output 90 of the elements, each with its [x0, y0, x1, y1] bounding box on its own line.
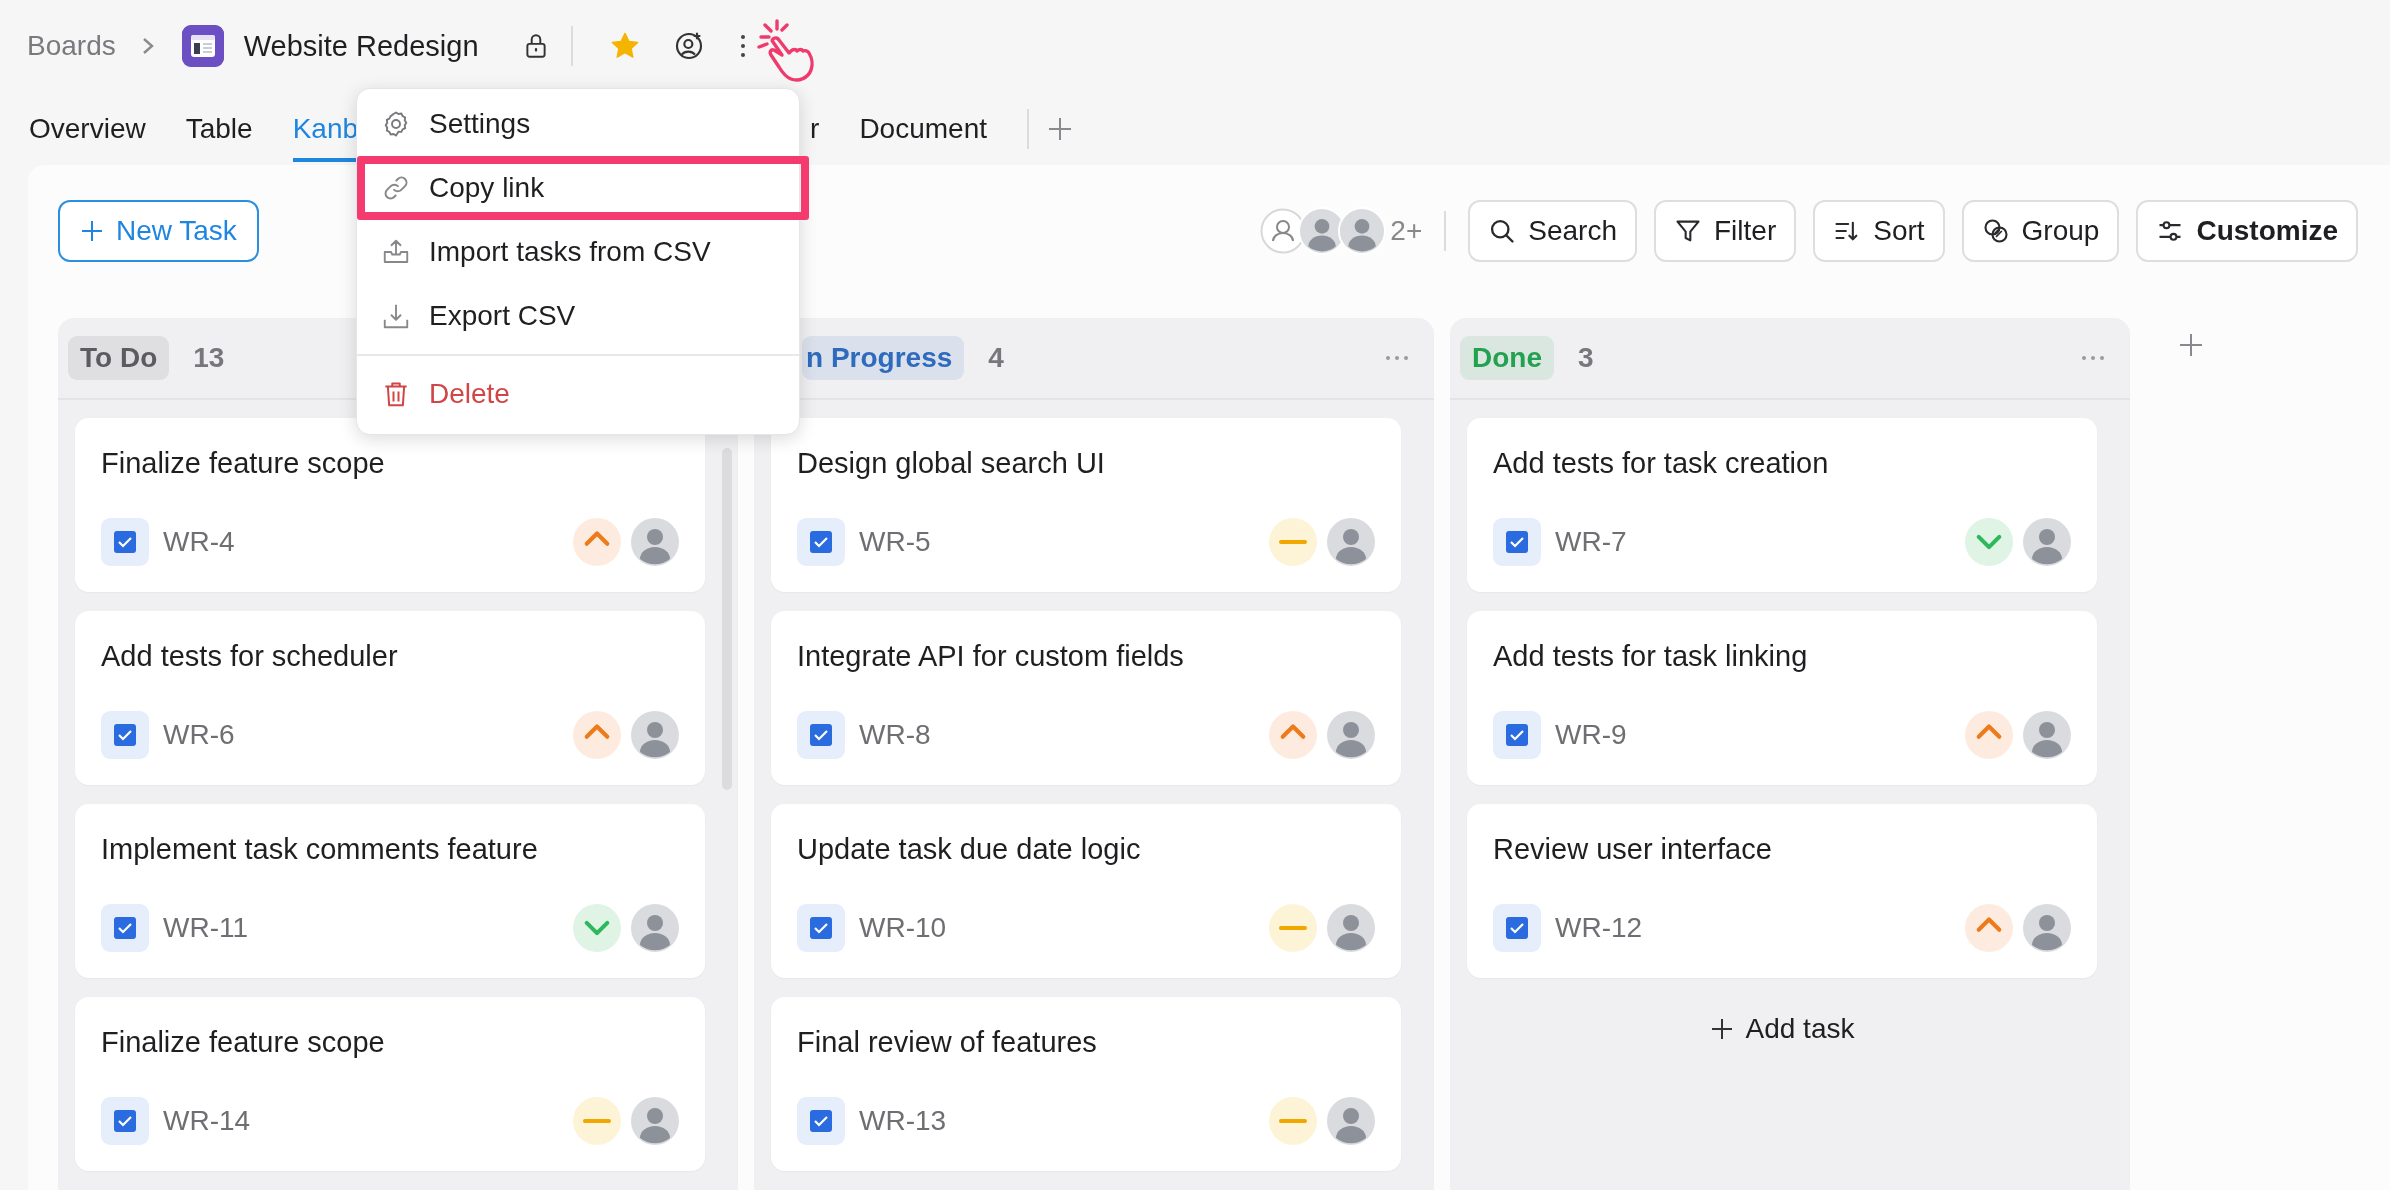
view-tab[interactable]: Overview: [29, 92, 146, 162]
task-card[interactable]: Add tests for task linking WR-9: [1467, 611, 2097, 785]
task-card[interactable]: Integrate API for custom fields WR-8: [771, 611, 1401, 785]
column-task-count: 13: [193, 342, 226, 374]
column-task-count: 4: [988, 342, 1005, 374]
avatar-icon: [1340, 209, 1385, 253]
sort-button[interactable]: Sort: [1813, 200, 1945, 262]
search-button[interactable]: Search: [1468, 200, 1637, 262]
new-task-button[interactable]: New Task: [58, 200, 259, 262]
avatar-icon: [631, 518, 679, 566]
scrollbar-thumb[interactable]: [722, 448, 732, 790]
plus-icon: [80, 219, 104, 243]
board-title: Website Redesign: [243, 29, 479, 63]
avatar-icon: [2023, 904, 2071, 952]
task-checkbox-icon: [101, 904, 149, 952]
task-title: Add tests for scheduler: [101, 639, 399, 673]
task-card[interactable]: Design global search UI WR-5: [771, 418, 1401, 592]
plus-icon: [1709, 1017, 1734, 1041]
overlapping-circles-icon: [1981, 217, 2010, 245]
task-card[interactable]: Add tests for scheduler WR-6: [75, 611, 705, 785]
task-checkbox-icon: [1493, 904, 1541, 952]
task-card[interactable]: Review user interface WR-12: [1467, 804, 2097, 978]
view-tab[interactable]: r: [810, 92, 820, 162]
task-id: WR-11: [163, 912, 250, 944]
task-card[interactable]: Finalize feature scope WR-4: [75, 418, 705, 592]
avatar-icon: [631, 1097, 679, 1145]
column-status-label: Done: [1460, 336, 1554, 380]
task-id: WR-6: [163, 719, 236, 751]
task-title: Add tests for task creation: [1493, 446, 1830, 480]
task-checkbox-icon: [101, 518, 149, 566]
avatar-icon: [1327, 1097, 1375, 1145]
task-title: Finalize feature scope: [101, 446, 386, 480]
task-title: Finalize feature scope: [101, 1025, 386, 1059]
task-checkbox-icon: [101, 1097, 149, 1145]
task-title: Integrate API for custom fields: [797, 639, 1185, 673]
task-checkbox-icon: [1493, 518, 1541, 566]
task-checkbox-icon: [797, 904, 845, 952]
task-title: Update task due date logic: [797, 832, 1142, 866]
column-status-label: n Progress: [802, 336, 965, 380]
avatar-icon: [1327, 518, 1375, 566]
avatar-icon: [2023, 518, 2071, 566]
avatar-icon: [1327, 904, 1375, 952]
menu-item[interactable]: Export CSV: [357, 284, 799, 348]
add-column-icon[interactable]: [2178, 332, 2204, 358]
task-checkbox-icon: [1493, 711, 1541, 759]
menu-item[interactable]: Copy link: [357, 156, 809, 220]
task-title: Review user interface: [1493, 832, 1773, 866]
task-checkbox-icon: [797, 518, 845, 566]
menu-item[interactable]: Settings: [357, 92, 799, 156]
task-id: WR-5: [859, 526, 932, 558]
task-id: WR-9: [1555, 719, 1628, 751]
task-id: WR-4: [163, 526, 236, 558]
breadcrumb-link[interactable]: Boards: [27, 30, 116, 62]
column-task-count: 3: [1578, 342, 1595, 374]
task-id: WR-14: [163, 1105, 252, 1137]
task-id: WR-10: [859, 912, 948, 944]
task-id: WR-13: [859, 1105, 948, 1137]
task-checkbox-icon: [101, 711, 149, 759]
column-more-icon[interactable]: [2080, 354, 2106, 362]
column-status-label: To Do: [68, 336, 170, 380]
group-button[interactable]: Group: [1961, 200, 2120, 262]
filter-button[interactable]: Filter: [1654, 200, 1797, 262]
task-title: Design global search UI: [797, 446, 1106, 480]
vertical-dots-icon: [739, 33, 746, 59]
board-logo-icon: [181, 25, 224, 67]
avatar-icon: [631, 711, 679, 759]
add-view-icon[interactable]: [1047, 116, 1073, 142]
task-id: WR-12: [1555, 912, 1644, 944]
task-checkbox-icon: [797, 1097, 845, 1145]
view-tab[interactable]: Document: [859, 92, 987, 162]
task-checkbox-icon: [797, 711, 845, 759]
task-card[interactable]: Final review of features WR-13: [771, 997, 1401, 1171]
view-tab[interactable]: Table: [185, 92, 253, 162]
task-id: WR-8: [859, 719, 932, 751]
task-card[interactable]: Implement task comments feature WR-11: [75, 804, 705, 978]
column-more-icon[interactable]: [1384, 354, 1410, 362]
search-icon: [1488, 217, 1517, 245]
add-task-button[interactable]: Add task: [1699, 1001, 1865, 1057]
task-title: Add tests for task linking: [1493, 639, 1809, 673]
task-card[interactable]: Add tests for task creation WR-7: [1467, 418, 2097, 592]
task-id: WR-7: [1555, 526, 1628, 558]
menu-item[interactable]: Import tasks from CSV: [357, 220, 799, 284]
task-card[interactable]: Update task due date logic WR-10: [771, 804, 1401, 978]
avatar-icon: [631, 904, 679, 952]
avatar-icon: [2023, 711, 2071, 759]
task-title: Final review of features: [797, 1025, 1098, 1059]
customize-button[interactable]: Customize: [2136, 200, 2358, 262]
task-card[interactable]: Finalize feature scope WR-14: [75, 997, 705, 1171]
task-title: Implement task comments feature: [101, 832, 539, 866]
avatar-icon: [1327, 711, 1375, 759]
